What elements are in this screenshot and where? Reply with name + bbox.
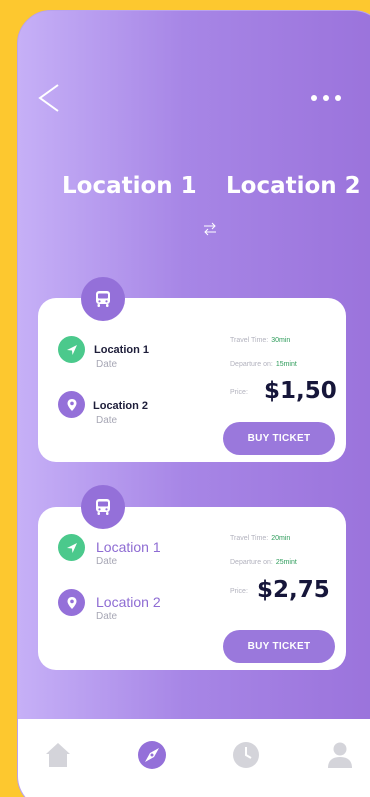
- phone-screen: Location 1 Location 2 Location 1 Date Lo…: [17, 10, 370, 797]
- travel-time: Travel Time: 30min: [230, 337, 291, 344]
- destination-name: Location 2: [93, 400, 149, 412]
- navigation-arrow-icon: [66, 344, 77, 355]
- travel-time-value: 30min: [271, 337, 291, 344]
- map-pin-icon: [67, 398, 76, 411]
- bus-badge: [81, 277, 125, 321]
- bottom-tab-bar: [18, 719, 370, 797]
- compass-icon: [138, 741, 166, 769]
- bus-icon: [96, 291, 110, 307]
- destination-marker: [58, 589, 85, 616]
- price: $1,50: [264, 378, 337, 404]
- home-icon: [46, 743, 70, 767]
- tab-home[interactable]: [42, 739, 74, 771]
- departure-value: 15mint: [275, 361, 297, 368]
- destination-date: Date: [96, 611, 118, 622]
- back-arrow-icon[interactable]: [36, 83, 64, 113]
- origin-title[interactable]: Location 1: [62, 173, 197, 199]
- destination-date: Date: [96, 415, 118, 426]
- origin-date: Date: [96, 556, 118, 567]
- destination-name: Location 2: [96, 594, 161, 610]
- tab-explore[interactable]: [136, 739, 168, 771]
- bus-badge: [81, 485, 125, 529]
- price-label: Price:: [230, 389, 248, 396]
- trip-card[interactable]: Location 1 Date Location 2 Date Travel T…: [38, 507, 346, 670]
- tab-profile[interactable]: [324, 739, 356, 771]
- profile-icon: [328, 742, 352, 768]
- price: $2,75: [257, 577, 330, 603]
- origin-marker: [58, 534, 85, 561]
- more-options-icon[interactable]: [308, 91, 344, 105]
- origin-name: Location 1: [96, 539, 161, 555]
- destination-title[interactable]: Location 2: [226, 173, 361, 199]
- swap-icon[interactable]: [202, 221, 218, 237]
- map-pin-icon: [67, 596, 76, 609]
- origin-date: Date: [96, 359, 118, 370]
- bus-icon: [96, 499, 110, 515]
- departure-time: Departure on: 25mint: [230, 559, 297, 566]
- price-label: Price:: [230, 588, 248, 595]
- tab-history[interactable]: [230, 739, 262, 771]
- buy-ticket-button[interactable]: BUY TICKET: [223, 630, 335, 663]
- departure-value: 25mint: [275, 559, 297, 566]
- departure-time: Departure on: 15mint: [230, 361, 297, 368]
- buy-ticket-button[interactable]: BUY TICKET: [223, 422, 335, 455]
- origin-name: Location 1: [94, 344, 150, 356]
- navigation-arrow-icon: [66, 542, 77, 553]
- travel-time: Travel Time: 20min: [230, 535, 291, 542]
- travel-time-value: 20min: [271, 535, 291, 542]
- trip-card[interactable]: Location 1 Date Location 2 Date Travel T…: [38, 298, 346, 462]
- origin-marker: [58, 336, 85, 363]
- destination-marker: [58, 391, 85, 418]
- clock-icon: [233, 742, 259, 768]
